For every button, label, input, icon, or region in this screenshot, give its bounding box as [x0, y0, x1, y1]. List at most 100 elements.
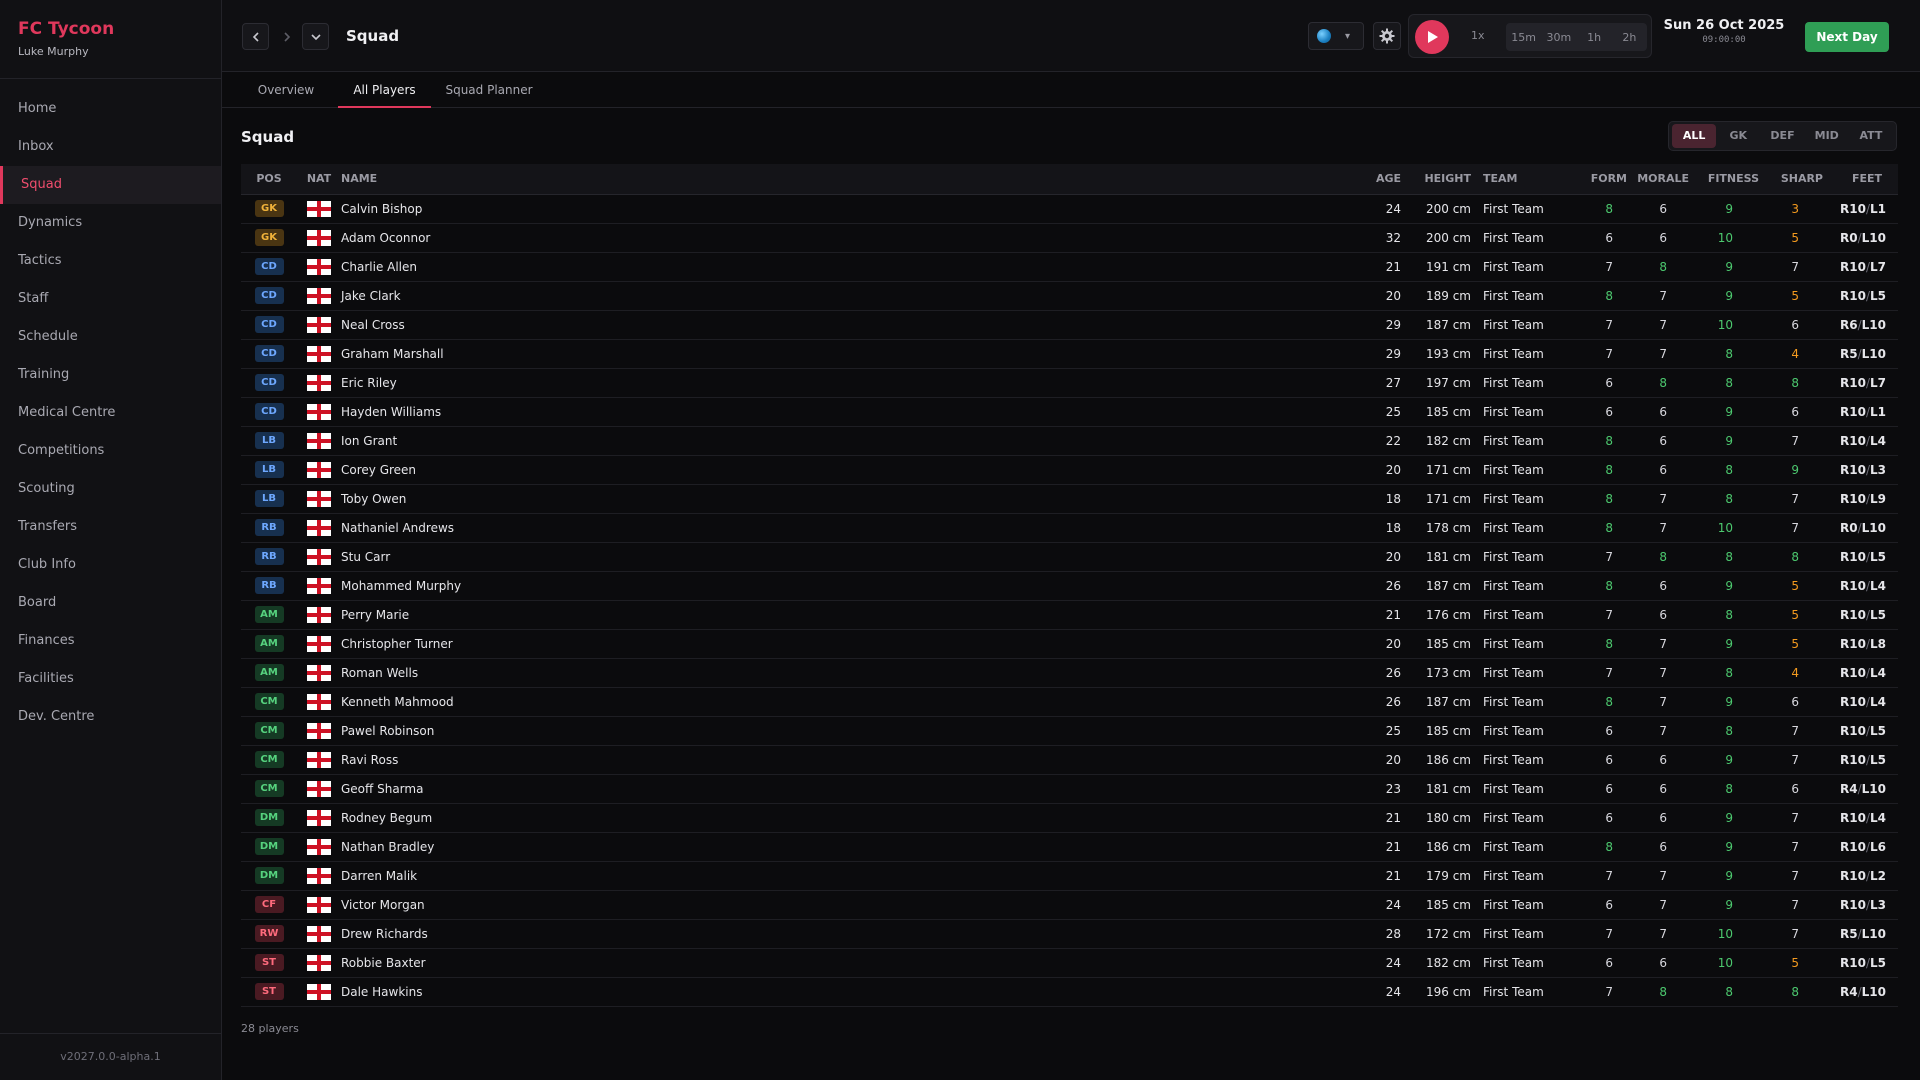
- col-fitness[interactable]: FITNESS: [1689, 164, 1759, 195]
- player-name[interactable]: Eric Riley: [341, 368, 1353, 398]
- table-row[interactable]: CD Charlie Allen 21 191 cm First Team 7 8 9 7 R10…: [241, 252, 1898, 282]
- player-name[interactable]: Roman Wells: [341, 658, 1353, 688]
- settings-button[interactable]: [1373, 22, 1401, 50]
- col-age[interactable]: AGE: [1353, 164, 1401, 195]
- tab-all-players[interactable]: All Players: [338, 72, 431, 108]
- player-name[interactable]: Christopher Turner: [341, 629, 1353, 659]
- player-name[interactable]: Hayden Williams: [341, 397, 1353, 427]
- sidebar-item-transfers[interactable]: Transfers: [0, 508, 221, 546]
- table-row[interactable]: ST Robbie Baxter 24 182 cm First Team 6 6 10 5 R1…: [241, 948, 1898, 978]
- col-feet[interactable]: FEET: [1823, 164, 1898, 195]
- sidebar-item-finances[interactable]: Finances: [0, 622, 221, 660]
- back-button[interactable]: [242, 23, 269, 50]
- sidebar-item-scouting[interactable]: Scouting: [0, 470, 221, 508]
- sidebar-item-tactics[interactable]: Tactics: [0, 242, 221, 280]
- player-name[interactable]: Geoff Sharma: [341, 774, 1353, 804]
- table-row[interactable]: DM Rodney Begum 21 180 cm First Team 6 6 9 7 R10/…: [241, 803, 1898, 833]
- play-button[interactable]: [1415, 20, 1449, 54]
- sidebar-item-inbox[interactable]: Inbox: [0, 128, 221, 166]
- player-name[interactable]: Stu Carr: [341, 542, 1353, 572]
- tab-overview[interactable]: Overview: [234, 72, 338, 108]
- sidebar-item-dev-centre[interactable]: Dev. Centre: [0, 698, 221, 736]
- col-height[interactable]: HEIGHT: [1401, 164, 1471, 195]
- sidebar-item-squad[interactable]: Squad: [0, 166, 221, 204]
- player-name[interactable]: Ion Grant: [341, 426, 1353, 456]
- table-row[interactable]: CD Hayden Williams 25 185 cm First Team 6 6 9 6 R…: [241, 397, 1898, 427]
- player-name[interactable]: Graham Marshall: [341, 339, 1353, 369]
- sidebar-item-club-info[interactable]: Club Info: [0, 546, 221, 584]
- table-row[interactable]: CM Pawel Robinson 25 185 cm First Team 6 7 8 7 R1…: [241, 716, 1898, 746]
- player-name[interactable]: Robbie Baxter: [341, 948, 1353, 978]
- player-name[interactable]: Adam Oconnor: [341, 223, 1353, 253]
- tab-squad-planner[interactable]: Squad Planner: [431, 72, 547, 108]
- player-name[interactable]: Kenneth Mahmood: [341, 687, 1353, 717]
- sidebar-item-medical-centre[interactable]: Medical Centre: [0, 394, 221, 432]
- col-pos[interactable]: POS: [241, 164, 297, 195]
- table-row[interactable]: CD Neal Cross 29 187 cm First Team 7 7 10 6 R6/L1…: [241, 310, 1898, 340]
- sidebar-item-board[interactable]: Board: [0, 584, 221, 622]
- forward-button[interactable]: [276, 23, 298, 50]
- col-sharp[interactable]: SHARP: [1759, 164, 1823, 195]
- player-name[interactable]: Corey Green: [341, 455, 1353, 485]
- filter-def[interactable]: DEF: [1760, 124, 1804, 148]
- filter-mid[interactable]: MID: [1805, 124, 1849, 148]
- sidebar-item-schedule[interactable]: Schedule: [0, 318, 221, 356]
- table-row[interactable]: RB Mohammed Murphy 26 187 cm First Team 8 6 9 5 R…: [241, 571, 1898, 601]
- table-row[interactable]: AM Christopher Turner 20 185 cm First Team 8 7…: [241, 629, 1898, 659]
- col-name[interactable]: NAME: [341, 164, 1353, 195]
- table-row[interactable]: CD Graham Marshall 29 193 cm First Team 7 7 8 4 R…: [241, 339, 1898, 369]
- player-name[interactable]: Pawel Robinson: [341, 716, 1353, 746]
- player-name[interactable]: Drew Richards: [341, 919, 1353, 949]
- speed-option-1h[interactable]: 1h: [1577, 31, 1612, 44]
- table-row[interactable]: CF Victor Morgan 24 185 cm First Team 6 7 9 7 R10…: [241, 890, 1898, 920]
- table-row[interactable]: GK Adam Oconnor 32 200 cm First Team 6 6 10 5 R0/…: [241, 223, 1898, 253]
- col-form[interactable]: FORM: [1565, 164, 1627, 195]
- player-name[interactable]: Ravi Ross: [341, 745, 1353, 775]
- sidebar-item-competitions[interactable]: Competitions: [0, 432, 221, 470]
- col-team[interactable]: TEAM: [1471, 164, 1565, 195]
- speed-option-2h[interactable]: 2h: [1612, 31, 1647, 44]
- player-name[interactable]: Dale Hawkins: [341, 977, 1353, 1007]
- table-row[interactable]: RB Stu Carr 20 181 cm First Team 7 8 8 8 R10/L5: [241, 542, 1898, 572]
- player-name[interactable]: Perry Marie: [341, 600, 1353, 630]
- filter-att[interactable]: ATT: [1849, 124, 1893, 148]
- sidebar-item-home[interactable]: Home: [0, 90, 221, 128]
- player-name[interactable]: Jake Clark: [341, 281, 1353, 311]
- table-row[interactable]: ST Dale Hawkins 24 196 cm First Team 7 8 8 8 R4/L…: [241, 977, 1898, 1007]
- filter-gk[interactable]: GK: [1716, 124, 1760, 148]
- sidebar-item-dynamics[interactable]: Dynamics: [0, 204, 221, 242]
- table-row[interactable]: DM Darren Malik 21 179 cm First Team 7 7 9 7 R10/…: [241, 861, 1898, 891]
- player-name[interactable]: Calvin Bishop: [341, 194, 1353, 224]
- table-row[interactable]: AM Roman Wells 26 173 cm First Team 7 7 8 4 R10/L…: [241, 658, 1898, 688]
- table-row[interactable]: RW Drew Richards 28 172 cm First Team 7 7 10 7 R5…: [241, 919, 1898, 949]
- player-name[interactable]: Neal Cross: [341, 310, 1353, 340]
- col-nat[interactable]: NAT: [297, 164, 341, 195]
- table-row[interactable]: DM Nathan Bradley 21 186 cm First Team 8 6 9 7 R1…: [241, 832, 1898, 862]
- player-name[interactable]: Nathaniel Andrews: [341, 513, 1353, 543]
- player-name[interactable]: Toby Owen: [341, 484, 1353, 514]
- table-row[interactable]: CM Ravi Ross 20 186 cm First Team 6 6 9 7 R10/L5: [241, 745, 1898, 775]
- sidebar-item-staff[interactable]: Staff: [0, 280, 221, 318]
- table-row[interactable]: LB Corey Green 20 171 cm First Team 8 6 8 9 R10/L…: [241, 455, 1898, 485]
- next-day-button[interactable]: Next Day: [1805, 22, 1889, 52]
- table-row[interactable]: CM Geoff Sharma 23 181 cm First Team 6 6 8 6 R4/L…: [241, 774, 1898, 804]
- table-row[interactable]: AM Perry Marie 21 176 cm First Team 7 6 8 5 R10/L…: [241, 600, 1898, 630]
- player-name[interactable]: Rodney Begum: [341, 803, 1353, 833]
- table-row[interactable]: CM Kenneth Mahmood 26 187 cm First Team 8 7 9 6 R…: [241, 687, 1898, 717]
- player-name[interactable]: Victor Morgan: [341, 890, 1353, 920]
- player-name[interactable]: Mohammed Murphy: [341, 571, 1353, 601]
- player-name[interactable]: Nathan Bradley: [341, 832, 1353, 862]
- sidebar-item-training[interactable]: Training: [0, 356, 221, 394]
- history-dropdown-button[interactable]: [302, 23, 329, 50]
- speed-option-15m[interactable]: 15m: [1506, 31, 1541, 44]
- col-morale[interactable]: MORALE: [1627, 164, 1689, 195]
- world-selector[interactable]: ▾: [1308, 22, 1364, 50]
- filter-all[interactable]: ALL: [1672, 124, 1717, 148]
- table-row[interactable]: LB Toby Owen 18 171 cm First Team 8 7 8 7 R10/L9: [241, 484, 1898, 514]
- table-row[interactable]: CD Eric Riley 27 197 cm First Team 6 8 8 8 R10/L7: [241, 368, 1898, 398]
- sidebar-item-facilities[interactable]: Facilities: [0, 660, 221, 698]
- table-row[interactable]: RB Nathaniel Andrews 18 178 cm First Team 8 7 1…: [241, 513, 1898, 543]
- speed-option-30m[interactable]: 30m: [1541, 31, 1576, 44]
- player-name[interactable]: Charlie Allen: [341, 252, 1353, 282]
- table-row[interactable]: LB Ion Grant 22 182 cm First Team 8 6 9 7 R10/L4: [241, 426, 1898, 456]
